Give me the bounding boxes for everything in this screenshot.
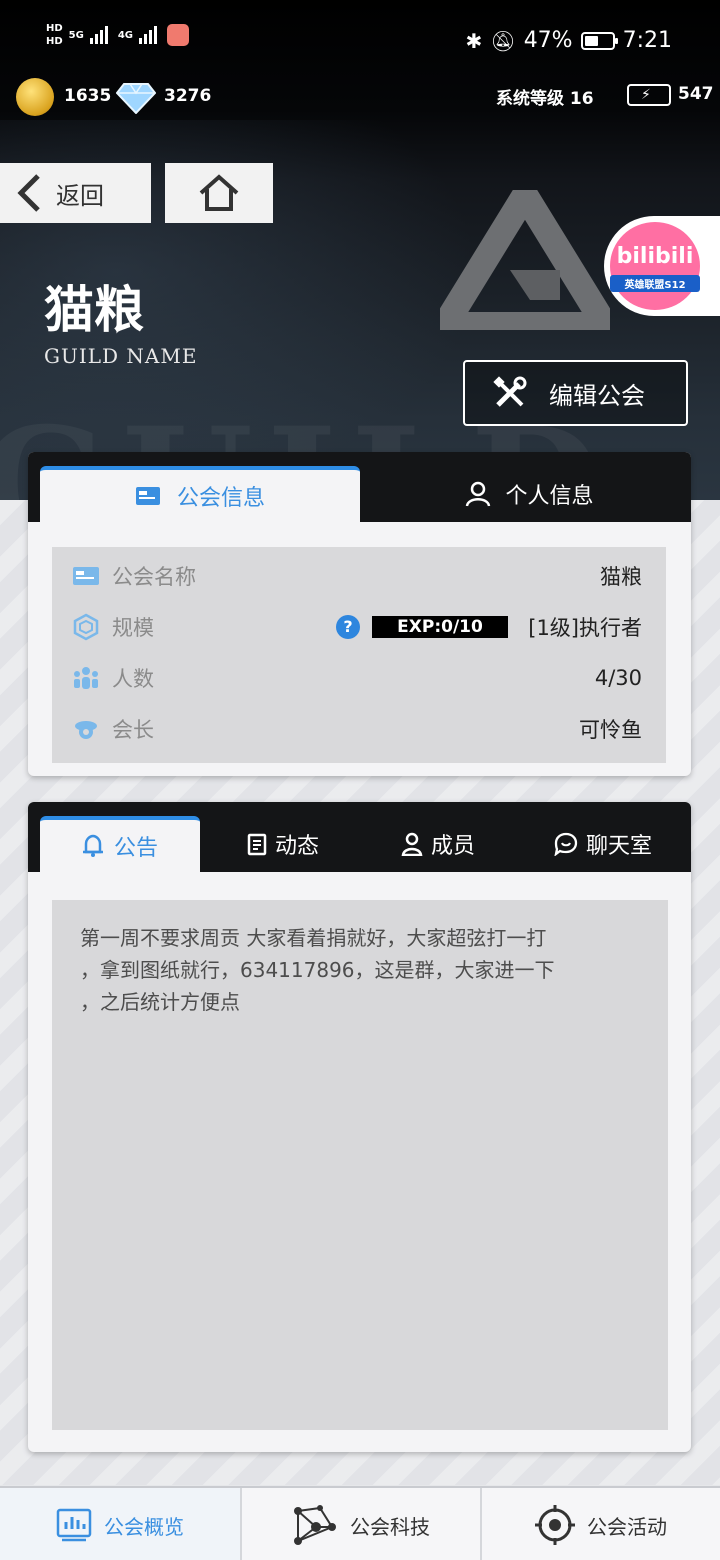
tab-announcement-label: 公告 [113, 836, 158, 861]
back-label: 返回 [56, 181, 104, 210]
back-button[interactable]: 返回 [0, 163, 151, 223]
info-row-members: 人数 4/30 [52, 653, 666, 703]
exp-bar: EXP:0/10 [372, 616, 508, 638]
id-card-icon [73, 567, 99, 585]
help-icon[interactable]: ? [336, 615, 360, 639]
tab-activity-label: 动态 [274, 834, 319, 859]
bilibili-sub: 英雄联盟S12 [610, 275, 700, 292]
tab-guild-info[interactable]: 公会信息 [40, 466, 360, 522]
bilibili-brand: bilibili [616, 244, 694, 269]
announcement-line-3: ，之后统计方便点 [80, 990, 240, 1014]
scale-label: 规模 [112, 616, 154, 640]
home-button[interactable] [165, 163, 273, 223]
guild-info-list: 公会名称 猫粮 规模 ? EXP:0/10 [1级]执行者 人数 4/30 会长… [52, 547, 666, 763]
scale-value: [1级]执行者 [528, 616, 642, 640]
notification-app-icon [167, 24, 190, 46]
guild-title: 猫粮 [44, 280, 144, 339]
hexagon-icon [73, 613, 99, 641]
guild-name-label: 公会名称 [112, 565, 196, 589]
energy-count: 547 [678, 84, 714, 104]
network-4g-label: 4G [117, 29, 134, 41]
bilibili-logo-icon: bilibili 英雄联盟S12 [610, 222, 700, 310]
energy-icon: ⚡ [627, 84, 671, 106]
network-5g-label: 5G [68, 29, 84, 41]
edit-guild-label: 编辑公会 [549, 381, 645, 410]
announcement-panel: 公告 动态 成员 聊天室 第一周不要求周贡 大家看着捐就好，大家超弦打一打 ，拿… [28, 802, 691, 1452]
announcement-tabbar: 公告 动态 成员 聊天室 [28, 802, 691, 872]
chart-board-icon [56, 1508, 92, 1542]
tab-guild-info-label: 公会信息 [176, 486, 265, 511]
members-value: 4/30 [594, 666, 642, 690]
edit-guild-button[interactable]: 编辑公会 [463, 360, 688, 426]
info-row-guild-name: 公会名称 猫粮 [52, 551, 666, 601]
hd-label-1: HD [46, 23, 63, 34]
guild-subtitle: GUILD NAME [44, 344, 198, 368]
bluetooth-icon: ✱ [465, 28, 483, 53]
nav-guild-events[interactable]: 公会活动 [482, 1488, 720, 1560]
tab-chatroom-label: 聊天室 [585, 834, 652, 859]
tab-members[interactable]: 成员 [373, 816, 503, 872]
coin-icon [16, 78, 54, 116]
chat-bubble-icon [554, 832, 578, 856]
home-icon [199, 174, 239, 211]
resource-bar: 1635 3276 系统等级 16 ⚡ 547 [0, 76, 720, 116]
tab-personal-info-label: 个人信息 [505, 484, 594, 509]
id-card-icon [135, 487, 160, 505]
signal-icon [89, 26, 108, 44]
person-icon [401, 832, 423, 856]
bell-icon [82, 834, 103, 857]
nav-guild-tech[interactable]: 公会科技 [242, 1488, 480, 1560]
chevron-left-icon [17, 174, 40, 212]
leader-icon [75, 721, 97, 739]
guild-info-panel: 公会信息 个人信息 公会名称 猫粮 规模 ? EXP:0/10 [1级]执行者 … [28, 452, 691, 776]
system-level: 系统等级 16 [496, 89, 594, 109]
guild-emblem-icon [440, 190, 610, 330]
signal-icon-2 [139, 26, 158, 44]
announcement-text-box[interactable]: 第一周不要求周贡 大家看着捐就好，大家超弦打一打 ，拿到图纸就行，6341178… [52, 900, 668, 1430]
diamond-icon [116, 83, 156, 114]
person-icon [466, 481, 491, 507]
people-icon [74, 667, 98, 689]
guild-name-value: 猫粮 [600, 565, 642, 589]
gem-count: 3276 [164, 86, 212, 106]
coin-count: 1635 [64, 86, 112, 106]
tab-personal-info[interactable]: 个人信息 [368, 466, 691, 522]
tab-activity[interactable]: 动态 [218, 816, 348, 872]
wrench-screwdriver-icon [493, 376, 527, 407]
target-icon [535, 1505, 575, 1545]
clipboard-icon [247, 833, 267, 856]
hd-indicator: HD HD [46, 22, 63, 48]
members-label: 人数 [112, 667, 154, 691]
bottom-navigation: 公会概览 公会科技 公会活动 [0, 1486, 720, 1560]
info-row-leader: 会长 可怜鱼 [52, 704, 666, 754]
battery-icon [580, 31, 618, 50]
info-row-scale: 规模 ? EXP:0/10 [1级]执行者 [52, 602, 666, 652]
clock: 7:21 [622, 28, 672, 53]
tab-chatroom[interactable]: 聊天室 [528, 816, 678, 872]
bilibili-badge[interactable]: bilibili 英雄联盟S12 [604, 216, 720, 316]
hd-label-2: HD [46, 36, 63, 47]
nav-guild-overview[interactable]: 公会概览 [0, 1488, 240, 1560]
nav-guild-events-label: 公会活动 [587, 1514, 667, 1539]
mute-bell-icon: 🔕︎ [490, 28, 516, 53]
network-nodes-icon [294, 1505, 336, 1545]
status-bar: HD HD 5G 4G ✱ 🔕︎ 47% 7:21 [0, 0, 720, 80]
tab-members-label: 成员 [430, 834, 475, 859]
leader-value: 可怜鱼 [579, 718, 642, 742]
info-tabbar: 公会信息 个人信息 [28, 452, 691, 522]
leader-label: 会长 [112, 718, 154, 742]
battery-percent: 47% [523, 28, 573, 53]
announcement-line-2: ，拿到图纸就行，634117896，这是群，大家进一下 [80, 958, 555, 982]
announcement-line-1: 第一周不要求周贡 大家看着捐就好，大家超弦打一打 [80, 926, 547, 950]
nav-guild-tech-label: 公会科技 [350, 1514, 430, 1539]
tab-announcement[interactable]: 公告 [40, 816, 200, 872]
nav-guild-overview-label: 公会概览 [104, 1514, 184, 1539]
